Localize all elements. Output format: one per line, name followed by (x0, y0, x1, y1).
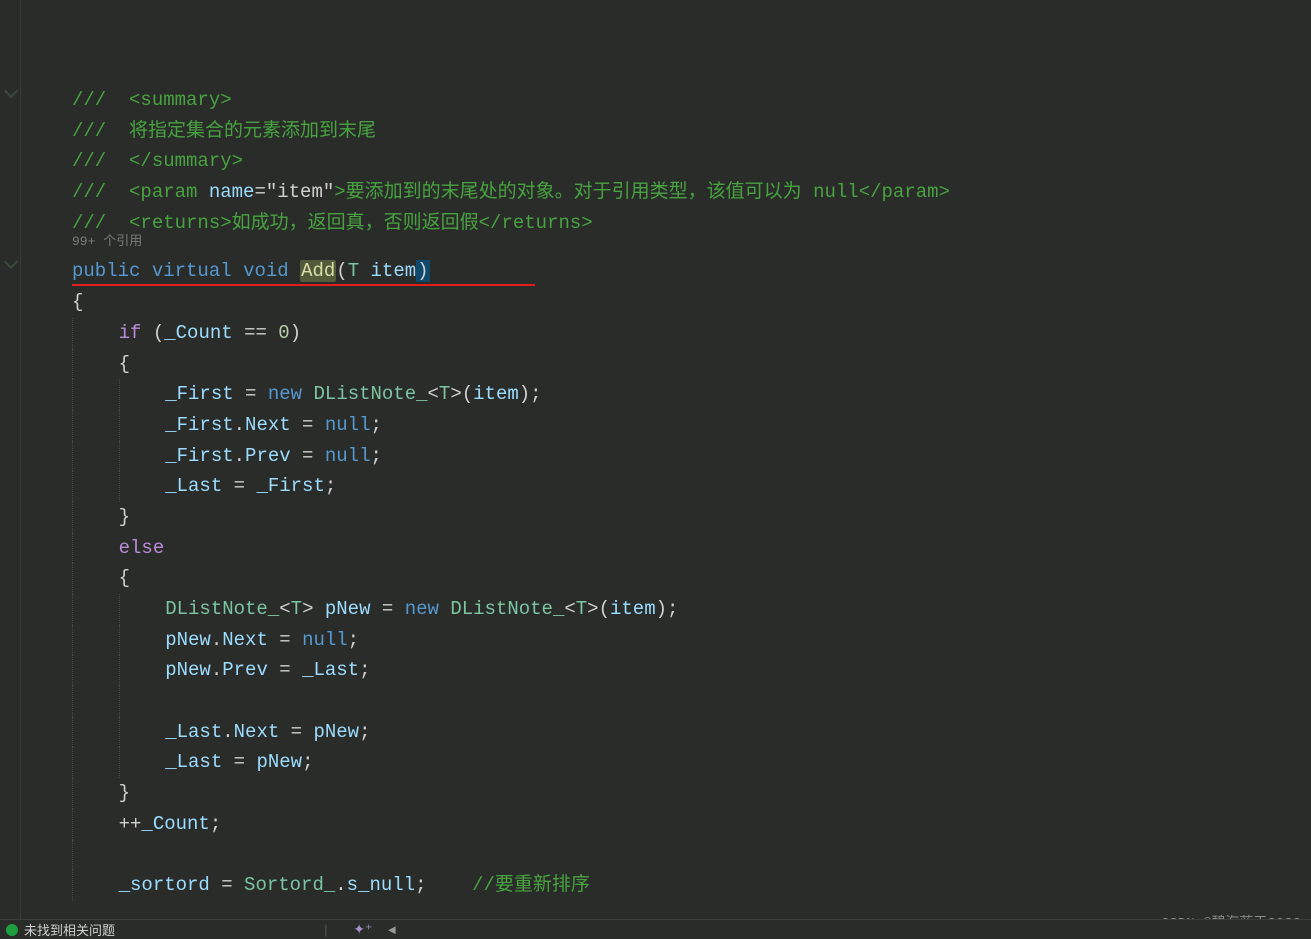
status-bar: 未找到相关问题 | ✦⁺ ◄ (0, 919, 1311, 938)
code-line: /// <param name="item">要添加到的末尾处的对象。对于引用类… (22, 177, 1311, 208)
code-line (22, 840, 1311, 871)
code-line: } (22, 778, 1311, 809)
code-line: pNew.Prev = _Last; (22, 655, 1311, 686)
code-line: /// 将指定集合的元素添加到末尾 (22, 116, 1311, 147)
status-dot-icon (6, 924, 18, 936)
code-line: _sortord = Sortord_.s_null; //要重新排序 (22, 870, 1311, 901)
code-line: _First.Next = null; (22, 410, 1311, 441)
fold-chevron-icon[interactable] (4, 84, 18, 98)
red-underline-annotation (72, 284, 535, 286)
code-line: /// <summary> (22, 85, 1311, 116)
code-line: { (22, 563, 1311, 594)
code-line: _Last.Next = pNew; (22, 717, 1311, 748)
code-line: if (_Count == 0) (22, 318, 1311, 349)
method-name-highlight: Add (300, 260, 336, 282)
code-editor[interactable]: 99+ 个引用 /// <summary> /// 将指定集合的元素添加到末尾 … (0, 0, 1311, 938)
code-line: else (22, 533, 1311, 564)
code-line: pNew.Next = null; (22, 625, 1311, 656)
code-line: } (22, 502, 1311, 533)
code-line: /// <returns>如成功，返回真，否则返回假</returns> (22, 208, 1311, 239)
vertical-divider: | (322, 923, 330, 938)
code-line: { (22, 287, 1311, 318)
code-line (22, 686, 1311, 717)
arrow-left-icon[interactable]: ◄ (388, 923, 396, 938)
outline-gutter (0, 0, 21, 938)
code-line: DListNote_<T> pNew = new DListNote_<T>(i… (22, 594, 1311, 625)
code-line: { (22, 349, 1311, 380)
code-area[interactable]: /// <summary> /// 将指定集合的元素添加到末尾 /// </su… (22, 0, 1311, 938)
method-signature: public virtual void Add(T item) (22, 256, 1311, 287)
code-line: _Last = _First; (22, 471, 1311, 502)
status-text: 未找到相关问题 (24, 920, 115, 939)
code-line: _First = new DListNote_<T>(item); (22, 379, 1311, 410)
code-line: /// </summary> (22, 146, 1311, 177)
code-line: _Last = pNew; (22, 747, 1311, 778)
code-line: ++_Count; (22, 809, 1311, 840)
sparkle-icon[interactable]: ✦⁺ (353, 922, 372, 939)
code-line: _First.Prev = null; (22, 441, 1311, 472)
fold-chevron-icon[interactable] (4, 255, 18, 269)
